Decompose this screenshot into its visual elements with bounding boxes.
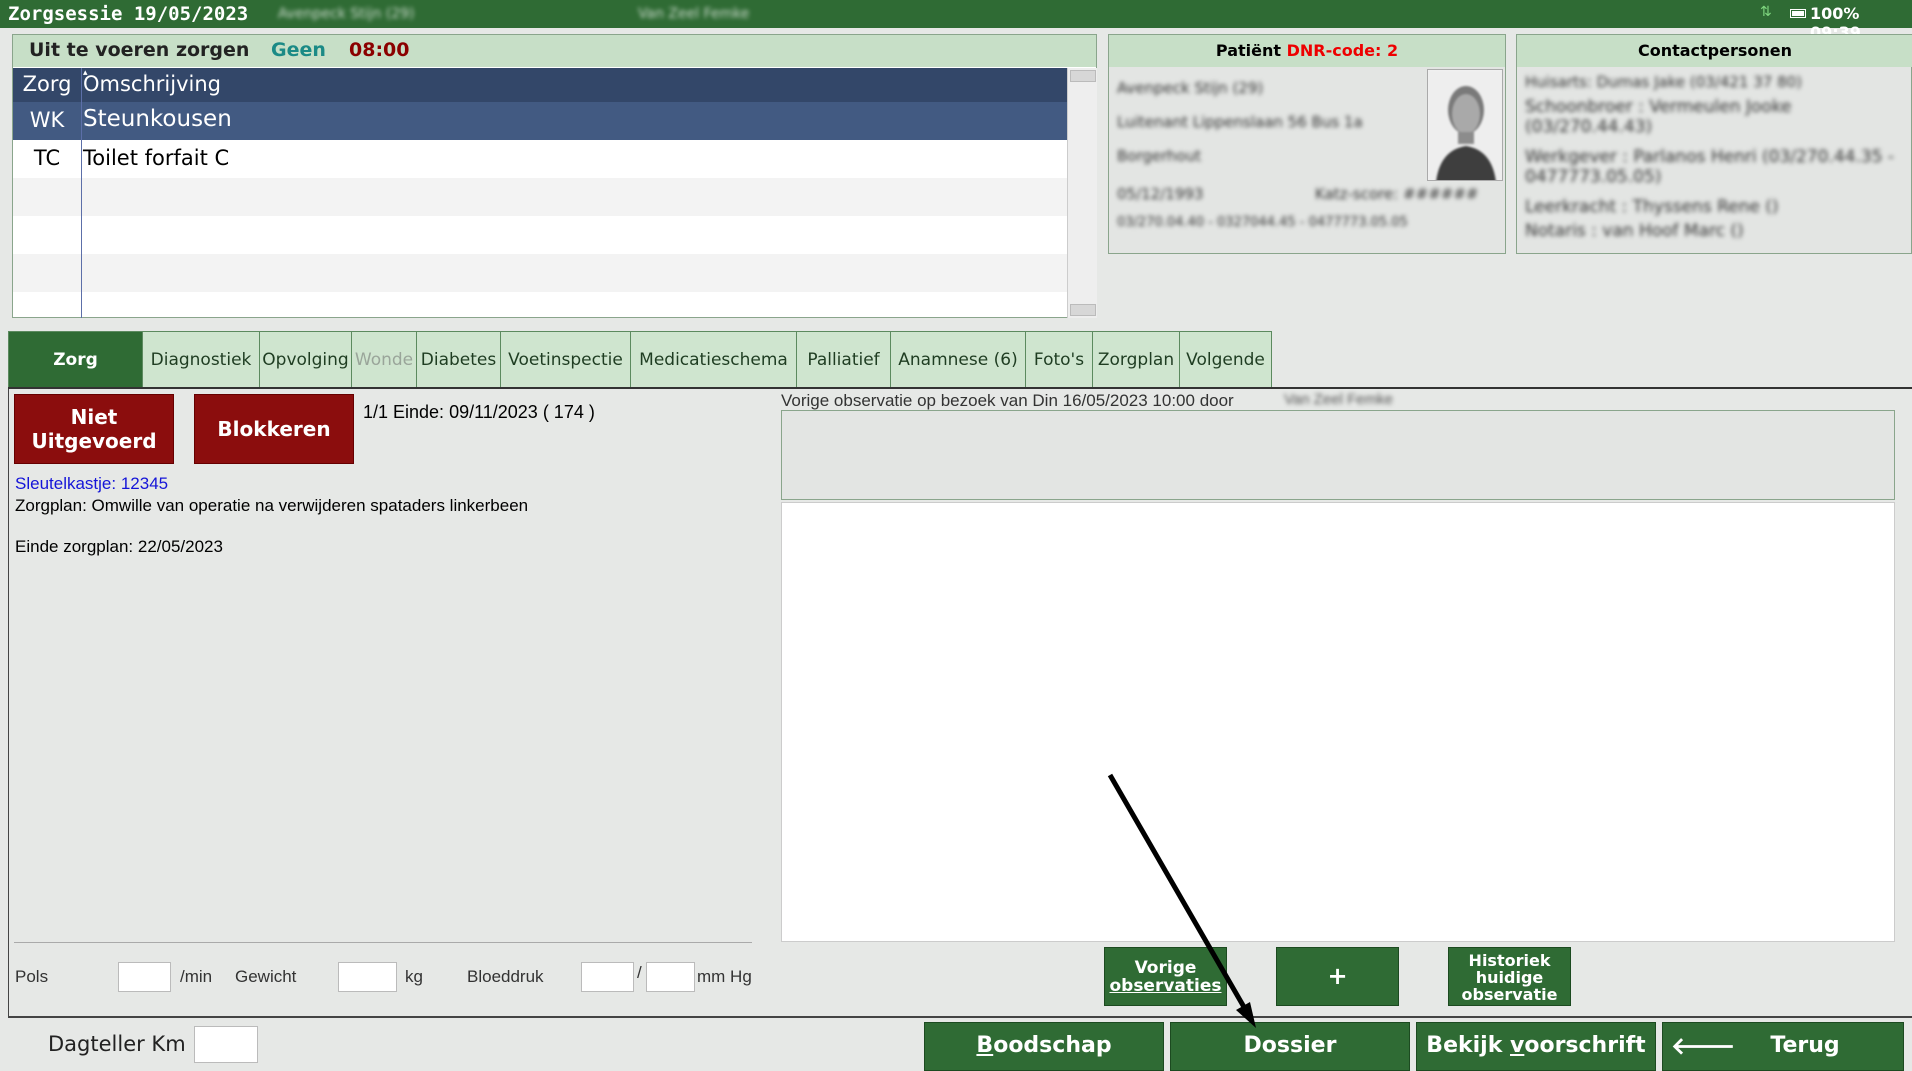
annotation-arrow (1107, 773, 1256, 1028)
